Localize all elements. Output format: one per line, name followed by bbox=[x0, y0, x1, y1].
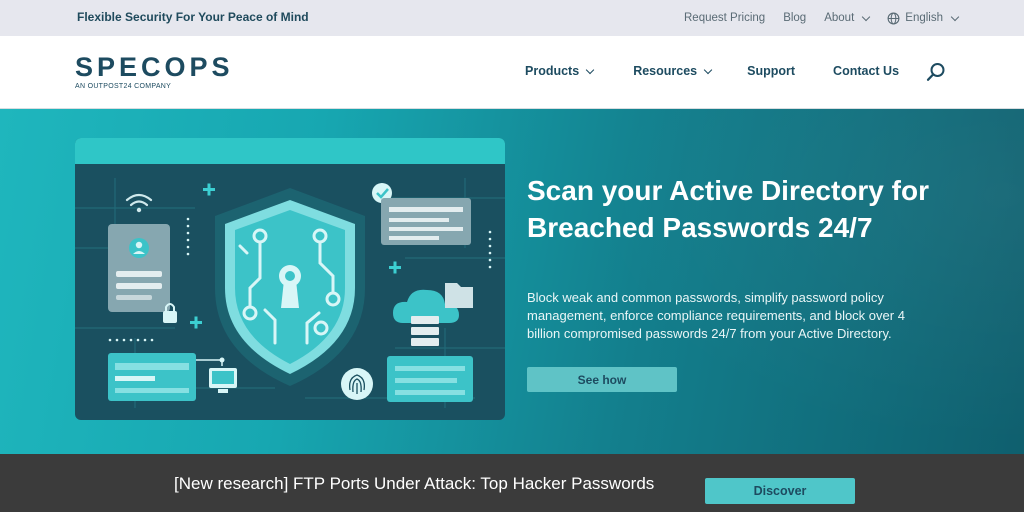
chevron-down-icon bbox=[950, 12, 960, 21]
see-how-button[interactable]: See how bbox=[527, 367, 677, 392]
utility-links: Request Pricing Blog About English bbox=[684, 0, 960, 36]
hero-description: Block weak and common passwords, simplif… bbox=[527, 290, 905, 341]
nav-contact[interactable]: Contact Us bbox=[833, 64, 899, 78]
main-nav: Products Resources Support Contact Us bbox=[525, 36, 899, 106]
nav-products-label: Products bbox=[525, 64, 580, 78]
about-menu[interactable]: About bbox=[824, 12, 871, 24]
blog-label: Blog bbox=[783, 12, 807, 24]
hero-title: Scan your Active Directory for Breached … bbox=[527, 175, 929, 243]
nav-support-label: Support bbox=[747, 64, 796, 78]
nav-resources-label: Resources bbox=[633, 64, 698, 78]
nav-resources[interactable]: Resources bbox=[633, 64, 713, 78]
request-pricing-label: Request Pricing bbox=[684, 12, 766, 24]
chevron-down-icon bbox=[862, 12, 871, 21]
nav-support[interactable]: Support bbox=[747, 64, 795, 78]
blog-link[interactable]: Blog bbox=[783, 12, 806, 24]
chevron-down-icon bbox=[703, 65, 713, 74]
top-utility-bar: Flexible Security For Your Peace of Mind… bbox=[0, 0, 1024, 36]
hero-section: Scan your Active Directory for Breached … bbox=[0, 109, 1024, 454]
chevron-down-icon bbox=[585, 65, 595, 74]
logo-wordmark: SPECOPS bbox=[75, 52, 234, 82]
nav-products[interactable]: Products bbox=[525, 64, 595, 78]
tagline: Flexible Security For Your Peace of Mind bbox=[77, 10, 309, 24]
logo-subtitle: AN OUTPOST24 COMPANY bbox=[75, 83, 172, 90]
shield-illustration bbox=[75, 178, 505, 408]
request-pricing-link[interactable]: Request Pricing bbox=[684, 12, 765, 24]
logo[interactable]: SPECOPS AN OUTPOST24 COMPANY bbox=[75, 52, 234, 90]
main-header: SPECOPS AN OUTPOST24 COMPANY Products Re… bbox=[0, 36, 1024, 109]
globe-icon bbox=[887, 12, 900, 24]
language-label: English bbox=[905, 12, 943, 24]
discover-button[interactable]: Discover bbox=[705, 478, 855, 504]
nav-contact-label: Contact Us bbox=[833, 64, 900, 78]
about-label: About bbox=[824, 12, 855, 24]
language-selector[interactable]: English bbox=[887, 12, 960, 25]
security-illustration bbox=[75, 138, 505, 420]
research-banner: [New research] FTP Ports Under Attack: T… bbox=[0, 454, 1024, 512]
banner-text: [New research] FTP Ports Under Attack: T… bbox=[174, 474, 655, 493]
search-icon[interactable] bbox=[925, 61, 947, 83]
